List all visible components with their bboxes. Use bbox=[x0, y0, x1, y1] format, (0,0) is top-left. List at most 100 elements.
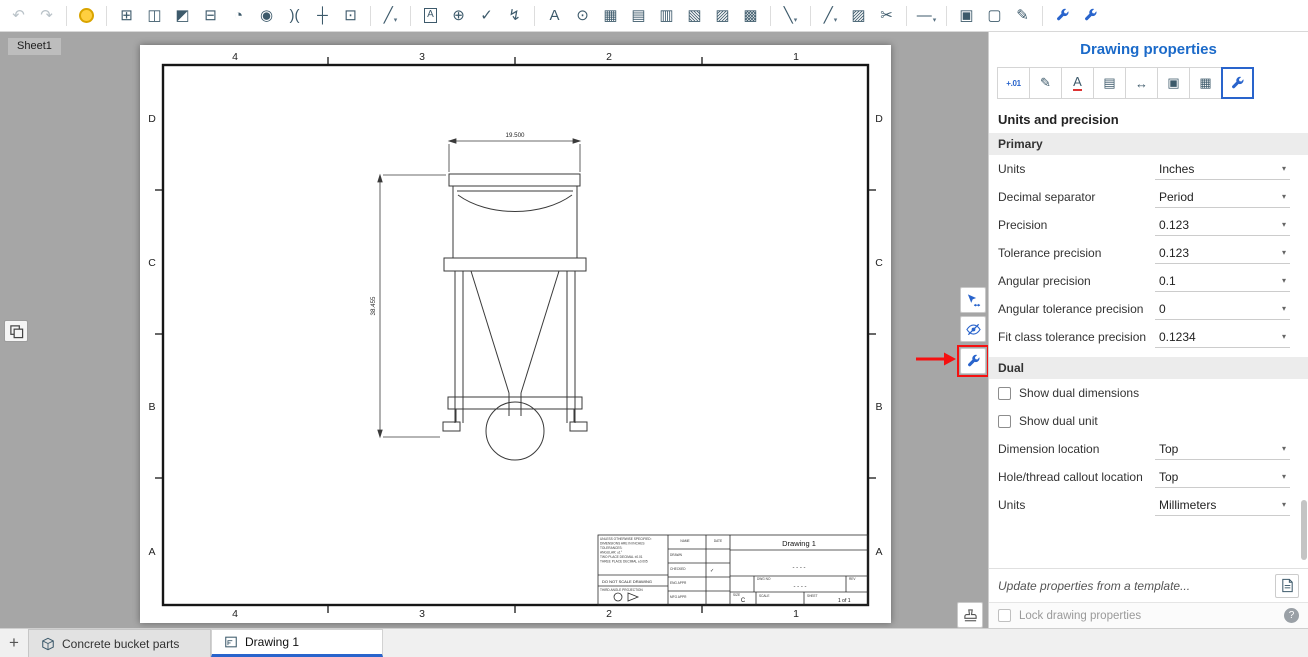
weld-symbol-icon[interactable]: ↯ bbox=[502, 3, 527, 28]
note-icon[interactable]: A bbox=[418, 3, 443, 28]
view-list-toggle-icon[interactable] bbox=[4, 320, 28, 342]
zone-label: 2 bbox=[606, 608, 612, 620]
drawing-sheet[interactable]: 4 3 2 1 4 3 2 1 D C B A D C B A bbox=[140, 45, 891, 623]
dimension-annotations[interactable] bbox=[378, 139, 580, 437]
height-dimension-label[interactable]: 38.455 bbox=[370, 296, 377, 315]
angular-precision-dropdown[interactable]: 0.1▾ bbox=[1155, 271, 1290, 292]
bend-table-icon[interactable]: ▨ bbox=[710, 3, 735, 28]
hatch-icon[interactable]: ▨ bbox=[846, 3, 871, 28]
release-stamp-icon[interactable] bbox=[957, 602, 983, 628]
tab-callouts[interactable]: ✎ bbox=[1029, 67, 1062, 99]
chevron-down-icon: ▾ bbox=[1282, 192, 1286, 201]
cut-list-icon[interactable]: ▧ bbox=[682, 3, 707, 28]
clean-annotations-icon[interactable] bbox=[1078, 3, 1103, 28]
centerline-icon[interactable]: ┼ bbox=[310, 3, 335, 28]
title-block-note: TWO PLACE DECIMAL ±0.01 bbox=[600, 555, 643, 559]
views-tab-icon: ▣ bbox=[1167, 75, 1179, 91]
help-icon[interactable]: ? bbox=[1284, 608, 1299, 623]
edit-sketch-icon[interactable]: ✎ bbox=[1010, 3, 1035, 28]
weld-table-icon[interactable]: ▩ bbox=[738, 3, 763, 28]
dual-units-dropdown[interactable]: Millimeters▾ bbox=[1155, 495, 1290, 516]
tolerance-precision-label: Tolerance precision bbox=[998, 246, 1101, 260]
sketch-line-icon[interactable]: ╱▾ bbox=[818, 3, 843, 28]
title-block-note: TOLERANCES: bbox=[600, 546, 623, 550]
redo-icon[interactable]: ↷ bbox=[34, 3, 59, 28]
insert-view-icon[interactable]: ⊞ bbox=[114, 3, 139, 28]
tab-concrete-bucket-parts[interactable]: Concrete bucket parts bbox=[28, 629, 211, 657]
broken-out-section-icon[interactable]: ◔ bbox=[226, 3, 251, 28]
crop-view-icon[interactable]: ⊡ bbox=[338, 3, 363, 28]
zone-label: B bbox=[148, 401, 155, 413]
geometric-tolerance-icon[interactable]: ⊕ bbox=[446, 3, 471, 28]
decimal-separator-dropdown[interactable]: Period▾ bbox=[1155, 187, 1290, 208]
zone-label: D bbox=[148, 113, 156, 125]
tab-dimensions[interactable]: ↔ bbox=[1125, 67, 1158, 99]
show-dual-unit-checkbox[interactable] bbox=[998, 415, 1011, 428]
add-tab-button[interactable]: + bbox=[0, 629, 28, 657]
text-icon[interactable]: A bbox=[542, 3, 567, 28]
units-dropdown[interactable]: Inches▾ bbox=[1155, 159, 1290, 180]
scale-label: SCALE bbox=[759, 594, 769, 598]
break-view-icon[interactable]: )( bbox=[282, 3, 307, 28]
tab-text[interactable]: A bbox=[1061, 67, 1094, 99]
tab-drawing-1[interactable]: Drawing 1 bbox=[211, 629, 383, 657]
field-row-units: UnitsInches▾ bbox=[989, 155, 1308, 183]
drawing-canvas[interactable]: Sheet1 4 3 2 1 bbox=[0, 32, 988, 628]
title-block-row-label: DRAWN bbox=[670, 553, 683, 557]
fit-class-tolerance-precision-dropdown[interactable]: 0.1234▾ bbox=[1155, 327, 1290, 348]
dimension-location-value: Top bbox=[1159, 442, 1178, 456]
field-row-decimal-separator: Decimal separatorPeriod▾ bbox=[989, 183, 1308, 211]
line-style-icon[interactable]: —▾ bbox=[914, 3, 939, 28]
hole-table-icon[interactable]: ▤ bbox=[626, 3, 651, 28]
section-view-icon[interactable]: ⊟ bbox=[198, 3, 223, 28]
surface-finish-icon[interactable]: ✓ bbox=[474, 3, 499, 28]
callout-icon[interactable]: ╲▾ bbox=[778, 3, 803, 28]
bucket-drawing-view[interactable] bbox=[443, 174, 587, 460]
units-precision-tab-icon: +.01 bbox=[1006, 79, 1021, 88]
undo-icon[interactable]: ↶ bbox=[6, 3, 31, 28]
sheet-value: 1 of 1 bbox=[838, 598, 851, 604]
tab-tables[interactable]: ▦ bbox=[1189, 67, 1222, 99]
tab-customization[interactable] bbox=[1221, 67, 1254, 99]
panel-scrollbar[interactable] bbox=[1301, 500, 1307, 560]
sheet-tab[interactable]: Sheet1 bbox=[8, 38, 61, 55]
hole-thread-callout-location-dropdown[interactable]: Top▾ bbox=[1155, 467, 1290, 488]
section-title: Units and precision bbox=[998, 112, 1299, 127]
insert-dxf-icon[interactable]: ▢ bbox=[982, 3, 1007, 28]
drawing-properties-wrench-icon[interactable] bbox=[960, 348, 986, 374]
table-icon[interactable]: ▦ bbox=[598, 3, 623, 28]
angular-precision-label: Angular precision bbox=[998, 274, 1091, 288]
auxiliary-view-icon[interactable]: ◩ bbox=[170, 3, 195, 28]
angular-tolerance-precision-dropdown[interactable]: 0▾ bbox=[1155, 299, 1290, 320]
dimension-icon[interactable]: ╱▾ bbox=[378, 3, 403, 28]
tab-views[interactable]: ▣ bbox=[1157, 67, 1190, 99]
do-not-scale-text: DO NOT SCALE DRAWING bbox=[602, 579, 652, 584]
inspection-symbol-icon[interactable]: ⊙ bbox=[570, 3, 595, 28]
tab-label: Concrete bucket parts bbox=[62, 637, 179, 651]
spotlight-icon[interactable] bbox=[74, 3, 99, 28]
field-row-angular-tolerance-precision: Angular tolerance precision0▾ bbox=[989, 295, 1308, 323]
drawing-doc-icon bbox=[224, 635, 238, 649]
field-row-angular-precision: Angular precision 0.1▾ bbox=[989, 267, 1308, 295]
title-block-note: ANGULAR: ±1° bbox=[600, 551, 623, 555]
show-dual-dimensions-checkbox[interactable] bbox=[998, 387, 1011, 400]
tab-units-precision[interactable]: +.01 bbox=[997, 67, 1030, 99]
dimension-location-dropdown[interactable]: Top▾ bbox=[1155, 439, 1290, 460]
bom-table-icon[interactable]: ▥ bbox=[654, 3, 679, 28]
insert-image-icon[interactable]: ▣ bbox=[954, 3, 979, 28]
projected-view-icon[interactable]: ◫ bbox=[142, 3, 167, 28]
dimension-select-icon[interactable] bbox=[960, 287, 986, 313]
tolerance-precision-dropdown[interactable]: 0.123▾ bbox=[1155, 243, 1290, 264]
update-from-template-link[interactable]: Update properties from a template... bbox=[998, 579, 1190, 593]
detail-view-icon[interactable]: ◉ bbox=[254, 3, 279, 28]
tab-sheet[interactable]: ▤ bbox=[1093, 67, 1126, 99]
width-dimension-label[interactable]: 19.500 bbox=[506, 132, 525, 139]
trim-icon[interactable]: ✂ bbox=[874, 3, 899, 28]
precision-dropdown[interactable]: 0.123▾ bbox=[1155, 215, 1290, 236]
toolbar-separator bbox=[370, 6, 371, 26]
template-document-icon[interactable] bbox=[1275, 574, 1299, 598]
lock-drawing-properties-checkbox[interactable] bbox=[998, 609, 1011, 622]
toolbar-separator bbox=[534, 6, 535, 26]
manage-annotations-icon[interactable] bbox=[1050, 3, 1075, 28]
hide-annotations-icon[interactable] bbox=[960, 316, 986, 342]
